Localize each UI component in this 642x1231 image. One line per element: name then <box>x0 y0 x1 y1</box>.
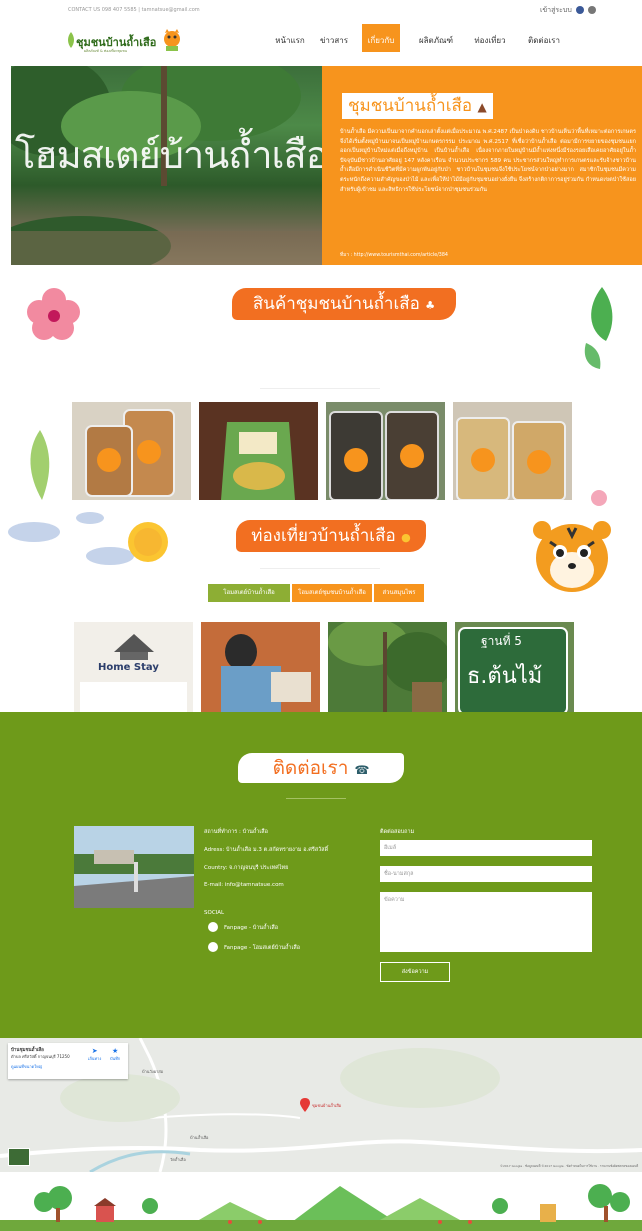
top-bar: CONTACT US 098 407 5585 | tamnatsue@gmai… <box>0 0 642 22</box>
hero-title-text: ชุมชนบ้านถ้ำเสือ <box>348 96 473 116</box>
tour-card-activity[interactable] <box>201 622 320 714</box>
logo-subtitle: ผลิตภัณฑ์ & ท่องเที่ยวชุมชน <box>84 49 127 53</box>
tiger-icon <box>164 29 180 51</box>
login-link[interactable]: เข้าสู่ระบบ <box>540 6 572 14</box>
nav-products[interactable]: ผลิตภัณฑ์ <box>416 30 456 52</box>
clouds-sun-icon <box>8 512 168 565</box>
location-pin-icon: ● <box>401 531 411 544</box>
community-road-image <box>74 826 194 908</box>
member-area: เข้าสู่ระบบ <box>540 5 597 16</box>
house-icon: ▲ <box>477 100 487 114</box>
nav-news[interactable]: ข่าวสาร <box>314 30 354 52</box>
forest-path-image <box>328 622 447 714</box>
contact-info: CONTACT US 098 407 5585 | tamnatsue@gmai… <box>68 7 200 13</box>
map-info-card: บ้านชุมชนถ้ำเสือ ตำบล ศรีสวัสดิ์ กาญจนบุ… <box>8 1043 128 1079</box>
map-pin-label: ชุมชนบ้านถ้ำเสือ <box>312 1103 342 1108</box>
map-card-address: ตำบล ศรีสวัสดิ์ กาญจนบุรี 71250 <box>11 1054 70 1059</box>
product-image-1 <box>72 402 191 500</box>
place-label-2: บ้านถ้ำเสือ <box>190 1135 209 1140</box>
product-image-3 <box>326 402 445 501</box>
activity-image <box>201 622 320 714</box>
directions-label: เส้นทาง <box>88 1056 102 1061</box>
save-label: บันทึก <box>110 1056 121 1061</box>
map-card-link[interactable]: ดูแผนที่ขนาดใหญ่ <box>11 1063 125 1070</box>
map-pin-icon[interactable] <box>300 1098 310 1112</box>
products-divider <box>260 388 380 389</box>
place-label-3: วัดถ้ำเสือ <box>170 1157 186 1162</box>
nav-home[interactable]: หน้าแรก <box>270 30 310 52</box>
product-image-4 <box>453 402 572 501</box>
nav-tourism[interactable]: ท่องเที่ยว <box>468 30 512 52</box>
product-card-2[interactable] <box>199 402 318 500</box>
fanpage-link-2[interactable]: Fanpage - โฮมสเตย์บ้านถ้ำเสือ <box>224 944 300 952</box>
leaf-left-icon <box>30 430 50 500</box>
tab-herb-garden[interactable]: ส่วนสมุนไพร <box>374 584 424 602</box>
site-logo[interactable]: ชุมชนบ้านถ้ำเสือ ผลิตภัณฑ์ & ท่องเที่ยวช… <box>66 27 180 57</box>
facebook-icon <box>208 942 218 952</box>
tour-card-tree-station[interactable]: ฐานที่ 5 ธ.ต้นไม้ <box>455 622 574 714</box>
save-button[interactable]: ★ บันทึก <box>110 1047 120 1062</box>
contact-email[interactable]: E-mail: info@tamnatsue.com <box>204 882 284 888</box>
hero-panel: ชุมชนบ้านถ้ำเสือ ▲ บ้านถ้ำเสือ มีความเป็… <box>322 66 642 265</box>
flower-small-icon <box>591 490 607 506</box>
homestay-sign-text: Home Stay <box>98 662 159 673</box>
products-title-text: สินค้าชุมชนบ้านถ้ำเสือ <box>252 294 420 314</box>
google-plus-icon[interactable] <box>588 6 597 14</box>
tour-card-homestay[interactable]: Home Stay <box>74 622 193 714</box>
nav-about[interactable]: เกี่ยวกับ <box>362 24 400 52</box>
contact-address: Adress: บ้านถ้ำเสือ ม.3 ต.สกัดทรายงาม อ.… <box>204 847 329 853</box>
satellite-toggle[interactable] <box>8 1148 30 1166</box>
tourism-divider <box>260 568 380 569</box>
message-textarea[interactable]: ข้อความ <box>380 892 592 952</box>
map-copyright: ©2017 Google · ข้อมูลแผนที่ ©2017 Google… <box>500 1164 639 1168</box>
tourism-title: ท่องเที่ยวบ้านถ้ำเสือ ● <box>236 520 426 552</box>
name-input[interactable]: ชื่อ-นามสกุล <box>380 866 592 882</box>
nav-contact[interactable]: ติดต่อเรา <box>522 30 566 52</box>
product-card-4[interactable] <box>453 402 572 501</box>
directions-icon: ➤ <box>91 1047 98 1055</box>
fanpage-link-1[interactable]: Fanpage - บ้านถ้ำเสือ <box>224 924 278 932</box>
facebook-icon <box>208 922 218 932</box>
tiger-mascot-icon <box>533 521 611 592</box>
product-image-2 <box>199 402 318 500</box>
leaf-icon <box>68 32 74 48</box>
main-nav: หน้าแรก ข่าวสาร เกี่ยวกับ ผลิตภัณฑ์ ท่อง… <box>270 24 580 52</box>
star-icon: ★ <box>112 1047 119 1055</box>
flower-icon <box>27 288 80 340</box>
leaves-icon <box>584 287 613 369</box>
contact-title-text: ติดต่อเรา <box>272 757 349 779</box>
contact-country: Country: จ.กาญจนบุรี ประเทศไทย <box>204 865 289 871</box>
products-title: สินค้าชุมชนบ้านถ้ำเสือ ♣ <box>232 288 456 320</box>
tour-card-forest[interactable] <box>328 622 447 714</box>
product-card-3[interactable] <box>326 402 445 501</box>
hero-title: ชุมชนบ้านถ้ำเสือ ▲ <box>342 93 493 119</box>
station-sign-bottom: ธ.ต้นไม้ <box>467 664 543 689</box>
contact-title: ติดต่อเรา ☎ <box>238 753 404 783</box>
send-button[interactable]: ส่งข้อความ <box>380 962 450 982</box>
tab-community-homestay[interactable]: โฮมสเตย์ชุมชนบ้านถ้ำเสือ <box>292 584 372 602</box>
contact-section: ติดต่อเรา ☎ สถานที่ทำการ : บ้านถ้ำเสือ A… <box>0 712 642 1038</box>
contact-divider <box>286 798 346 799</box>
phone-icon: ☎ <box>354 763 370 777</box>
tourism-title-text: ท่องเที่ยวบ้านถ้ำเสือ <box>251 526 396 546</box>
facebook-icon[interactable] <box>576 6 585 14</box>
directions-button[interactable]: ➤ เส้นทาง <box>88 1047 101 1062</box>
hero-sign-text: โฮมสเตย์บ้านถ้ำเสือ <box>15 133 322 177</box>
landscape-illustration <box>0 1184 642 1231</box>
basket-icon: ♣ <box>425 299 436 312</box>
email-input[interactable]: อีเมล์ <box>380 840 592 856</box>
hero-description: บ้านถ้ำเสือ มีความเป็นมาจากคำบอกเล่าตั้ง… <box>340 129 636 193</box>
contact-place: สถานที่ทำการ : บ้านถ้ำเสือ <box>204 829 268 835</box>
station-sign-top: ฐานที่ 5 <box>481 634 522 648</box>
tab-homestay[interactable]: โฮมสเตย์บ้านถ้ำเสือ <box>208 584 290 602</box>
google-map[interactable]: บ้านชุมชนถ้ำเสือ ตำบล ศรีสวัสดิ์ กาญจนบุ… <box>0 1038 642 1172</box>
place-label-1: บ้านวังผาส่อ <box>142 1069 164 1074</box>
social-label: SOCIAL <box>204 910 225 916</box>
form-title: ติดต่อสอบถาม <box>380 829 415 835</box>
hero-photo: โฮมสเตย์บ้านถ้ำเสือ <box>11 66 322 265</box>
footer-landscape <box>0 1172 642 1231</box>
product-card-1[interactable] <box>72 402 191 500</box>
hero-source[interactable]: ที่มา : http://www.tourismthai.com/artic… <box>340 251 448 259</box>
map-card-title: บ้านชุมชนถ้ำเสือ <box>11 1048 44 1053</box>
